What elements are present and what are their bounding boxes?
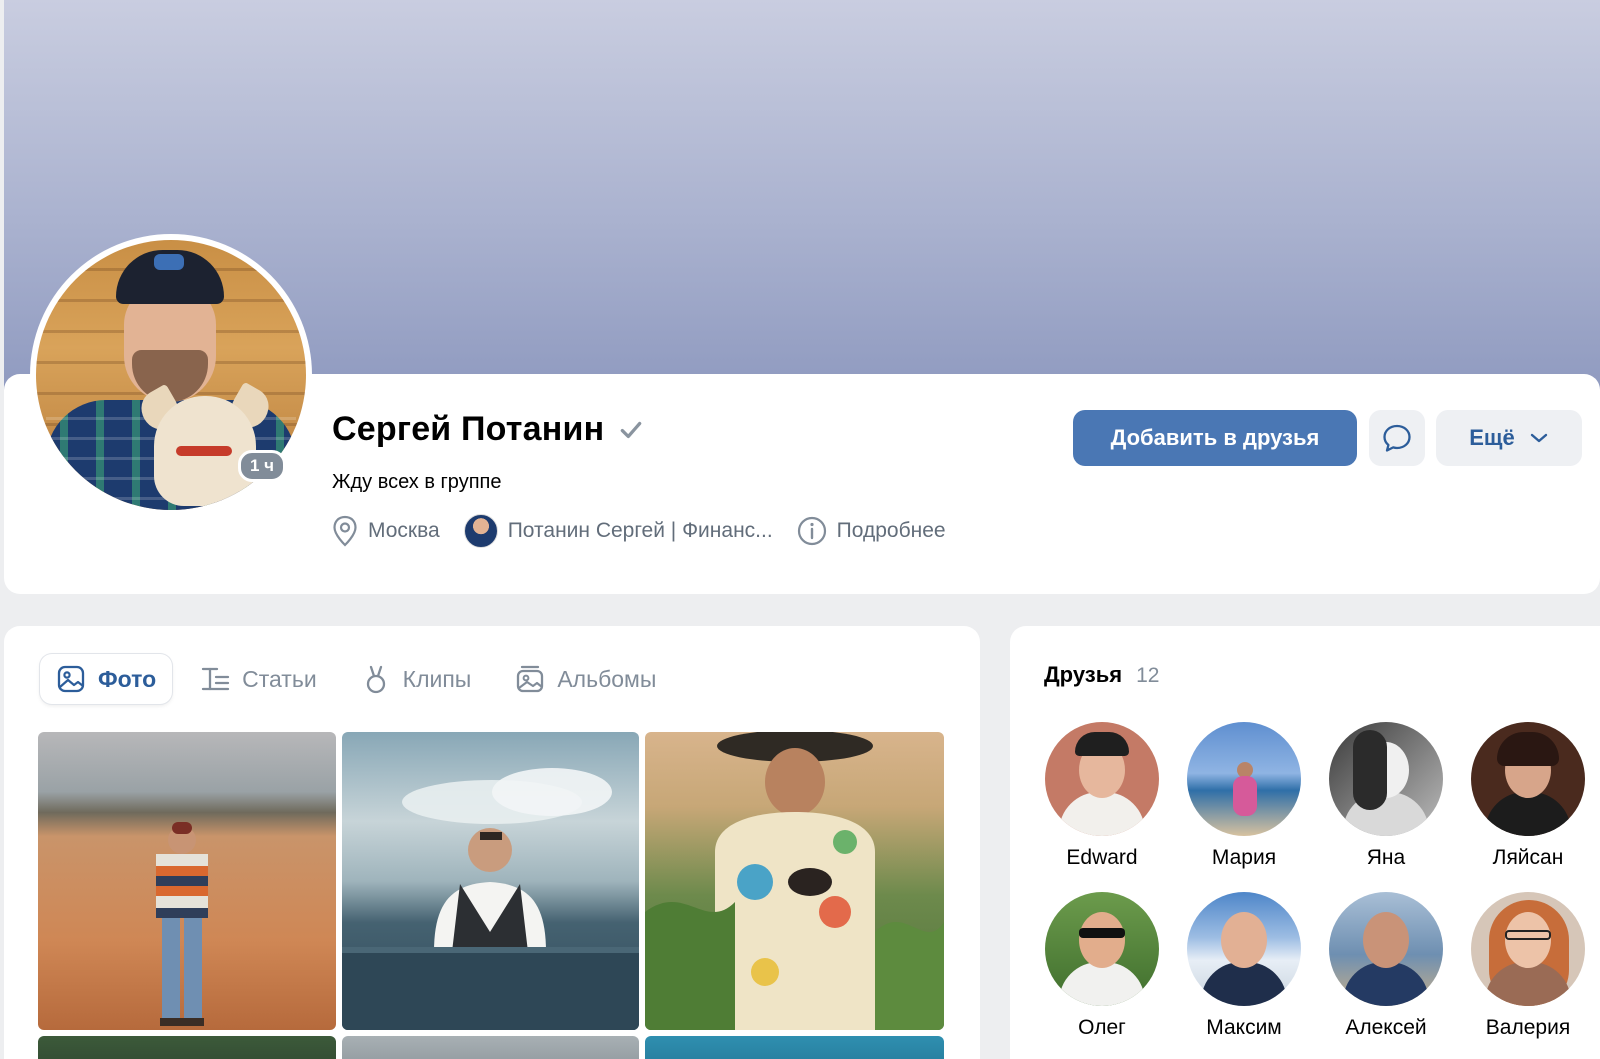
tab-albums-label: Альбомы [557,665,657,692]
tab-photos-label: Фото [98,665,157,692]
friends-count: 12 [1136,664,1160,687]
friend-name: Яна [1366,846,1406,869]
photo-man-with-hat [645,732,944,1030]
city-label: Москва [368,519,440,542]
friends-title: Друзья [1044,662,1123,687]
profile-name-row: Сергей Потанин [332,410,644,449]
chevron-down-icon [1530,433,1547,443]
friend-avatar [1045,722,1159,836]
more-label: Ещё [1469,425,1515,450]
media-tabs: Фото Статьи Клипы Альбомы [40,654,672,704]
info-icon [797,516,826,546]
work-item[interactable]: Потанин Сергей | Финанс... [463,514,773,548]
tab-articles-label: Статьи [242,665,317,692]
profile-page: 1 ч Сергей Потанин Жду всех в группе Мос… [0,0,1600,1059]
friend-name: Edward [1066,846,1138,869]
friend-name: Мария [1211,846,1277,869]
friend-avatar [1471,722,1585,836]
profile-name: Сергей Потанин [332,410,605,448]
city-item: Москва [332,515,440,547]
friend-item[interactable]: Ляйсан [1458,722,1598,870]
friend-avatar [1187,892,1301,1006]
photo-thumbnail[interactable] [342,732,639,1030]
details-item[interactable]: Подробнее [797,516,946,546]
friend-name: Ляйсан [1492,846,1564,869]
work-label[interactable]: Потанин Сергей | Финанс... [508,519,773,543]
friend-avatar [1471,892,1585,1006]
add-friend-button[interactable]: Добавить в друзья [1073,410,1357,466]
online-status-badge: 1 ч [238,450,287,482]
profile-status: Жду всех в группе [332,471,502,493]
group-avatar [463,514,498,548]
photo-thumbnail[interactable] [645,732,944,1030]
media-card: Фото Статьи Клипы Альбомы [4,626,980,1059]
location-pin-icon [333,515,357,547]
photo-thumbnail[interactable] [645,1036,944,1059]
friends-header[interactable]: Друзья 12 [1044,662,1159,688]
friends-card: Друзья 12 Edward Мария Яна Ляйсан Олег М… [1010,626,1600,1059]
friend-avatar [1045,892,1159,1006]
articles-icon [201,667,230,691]
friend-item[interactable]: Валерия [1458,892,1598,1040]
details-label[interactable]: Подробнее [837,519,946,543]
photo-person [156,822,208,1026]
friend-item[interactable]: Мария [1174,722,1314,870]
photo-thumbnail[interactable] [342,1036,639,1059]
friend-item[interactable]: Олег [1032,892,1172,1040]
tab-clips[interactable]: Клипы [345,654,488,704]
message-button[interactable] [1369,410,1425,466]
friend-name: Алексей [1345,1016,1427,1039]
friend-name: Валерия [1485,1016,1571,1039]
friend-item[interactable]: Яна [1316,722,1456,870]
more-button[interactable]: Ещё [1436,410,1582,466]
friend-item[interactable]: Алексей [1316,892,1456,1040]
friend-name: Максим [1206,1016,1282,1039]
photo-man-in-water [342,768,639,1030]
friend-item[interactable]: Edward [1032,722,1172,870]
tab-clips-label: Клипы [402,665,472,692]
tab-albums[interactable]: Альбомы [499,654,672,704]
image-icon [57,665,85,693]
profile-meta: Москва Потанин Сергей | Финанс... Подроб… [332,514,970,548]
tab-photos[interactable]: Фото [40,654,173,704]
friend-avatar [1187,722,1301,836]
tab-articles[interactable]: Статьи [184,654,333,704]
message-bubble-icon [1383,424,1411,452]
photo-thumbnail[interactable] [38,732,336,1030]
friend-item[interactable]: Максим [1174,892,1314,1040]
friend-avatar [1329,722,1443,836]
verified-check-icon [621,421,642,438]
clips-icon [366,665,385,694]
friend-name: Олег [1078,1016,1126,1039]
friend-avatar [1329,892,1443,1006]
photo-thumbnail[interactable] [38,1036,336,1059]
albums-icon [517,665,544,693]
